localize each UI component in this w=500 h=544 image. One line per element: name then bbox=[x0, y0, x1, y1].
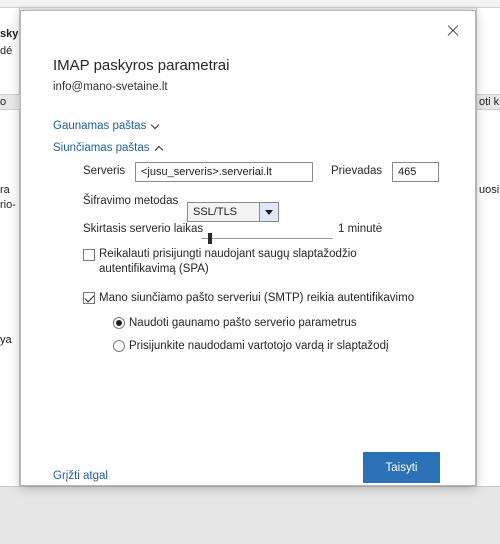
background-left-pane: sky dé o ra rio- ya bbox=[0, 8, 20, 488]
encryption-select[interactable]: SSL/TLS bbox=[187, 202, 279, 222]
triangle-down-icon bbox=[265, 209, 273, 215]
timeout-slider-thumb[interactable] bbox=[208, 233, 212, 244]
incoming-mail-toggle[interactable]: Gaunamas paštas bbox=[53, 120, 160, 132]
outgoing-mail-label: Siunčiamas paštas bbox=[53, 142, 150, 154]
background-text: oti k bbox=[479, 96, 500, 108]
chevron-up-icon bbox=[154, 145, 163, 154]
dropdown-button[interactable] bbox=[259, 203, 278, 221]
edit-button[interactable]: Taisyti bbox=[363, 452, 440, 483]
encryption-value: SSL/TLS bbox=[193, 206, 238, 218]
spa-label-line2: autentifikavimą (SPA) bbox=[99, 263, 209, 275]
outgoing-mail-toggle[interactable]: Siunčiamas paštas bbox=[53, 142, 163, 154]
radio-use-incoming-settings-label: Naudoti gaunamo pašto serverio parametru… bbox=[129, 317, 357, 329]
chevron-down-icon bbox=[151, 120, 160, 129]
imap-settings-dialog: IMAP paskyros parametrai info@mano-sveta… bbox=[20, 10, 476, 486]
back-link[interactable]: Grįžti atgal bbox=[53, 470, 108, 482]
background-right-pane: oti k uosi bbox=[476, 8, 500, 488]
server-label: Serveris bbox=[83, 165, 126, 177]
background-text: ya bbox=[0, 334, 12, 346]
port-label: Prievadas bbox=[331, 165, 383, 177]
background-text: uosi bbox=[479, 184, 500, 196]
account-email: info@mano-svetaine.lt bbox=[53, 81, 168, 93]
smtp-auth-label: Mano siunčiamo pašto serveriui (SMTP) re… bbox=[99, 292, 415, 304]
background-bottom bbox=[0, 486, 500, 544]
server-input[interactable]: <jusu_serveris>.serveriai.lt bbox=[135, 162, 313, 182]
background-title-strip bbox=[0, 0, 500, 8]
background-text: rio- bbox=[0, 199, 16, 211]
timeout-label: Skirtasis serverio laikas bbox=[83, 223, 204, 235]
radio-login-with-credentials-label: Prisijunkite naudodami vartotojo vardą i… bbox=[129, 340, 389, 352]
background-text: o bbox=[0, 96, 7, 108]
spa-checkbox[interactable] bbox=[83, 249, 95, 261]
timeout-slider-track[interactable] bbox=[201, 238, 333, 239]
encryption-label: Šifravimo metodas bbox=[83, 195, 179, 207]
radio-use-incoming-settings[interactable] bbox=[113, 317, 125, 329]
background-text: dé bbox=[0, 45, 13, 57]
radio-login-with-credentials[interactable] bbox=[113, 340, 125, 352]
close-icon[interactable] bbox=[443, 21, 463, 41]
port-input[interactable]: 465 bbox=[392, 162, 439, 182]
spa-label-line1: Reikalauti prisijungti naudojant saugų s… bbox=[99, 248, 357, 260]
timeout-value: 1 minutė bbox=[338, 223, 383, 235]
background-text: ra bbox=[0, 184, 10, 196]
background-text: sky bbox=[0, 28, 19, 40]
smtp-auth-checkbox[interactable] bbox=[83, 292, 95, 304]
dialog-title: IMAP paskyros parametrai bbox=[53, 57, 230, 74]
incoming-mail-label: Gaunamas paštas bbox=[53, 120, 147, 132]
